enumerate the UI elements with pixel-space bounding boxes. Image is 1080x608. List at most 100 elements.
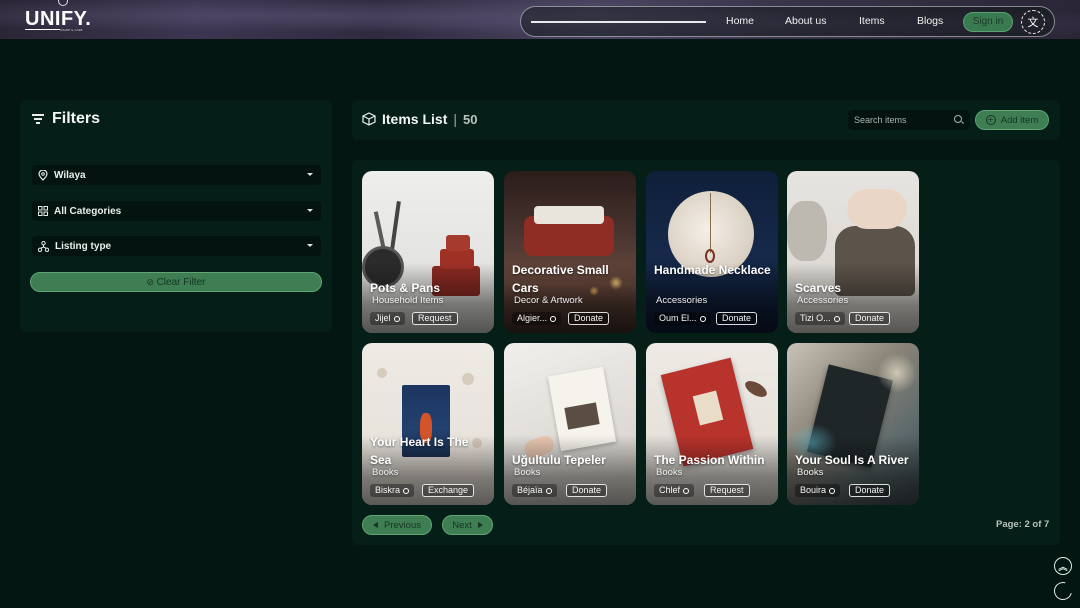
nav-items[interactable]: Items bbox=[859, 15, 885, 27]
item-category: Accessories bbox=[656, 295, 708, 306]
item-category: Books bbox=[514, 467, 541, 478]
wilaya-label: Wilaya bbox=[54, 169, 86, 181]
item-category: Books bbox=[656, 467, 683, 478]
item-title: Your Heart Is The Sea bbox=[370, 435, 469, 467]
categories-select[interactable]: All Categories bbox=[32, 201, 321, 221]
sign-in-button[interactable]: Sign in bbox=[963, 12, 1013, 32]
location-text: Algier... bbox=[517, 313, 548, 323]
next-button[interactable]: Next bbox=[442, 515, 493, 535]
item-category: Books bbox=[797, 467, 824, 478]
nav-divider bbox=[531, 21, 706, 23]
network-icon bbox=[38, 240, 49, 252]
logo-tagline: SHARE & CARE bbox=[60, 28, 83, 32]
location-text: Bouira bbox=[800, 485, 827, 495]
location-pin-icon bbox=[550, 315, 557, 322]
previous-button[interactable]: Previous bbox=[362, 515, 432, 535]
item-category: Decor & Artwork bbox=[514, 295, 583, 306]
nav-blogs[interactable]: Blogs bbox=[917, 15, 943, 27]
add-item-button[interactable]: + Add item bbox=[975, 110, 1049, 130]
chevron-down-icon bbox=[307, 173, 313, 176]
chevron-right-icon bbox=[477, 522, 483, 528]
location-pin-icon bbox=[683, 487, 690, 494]
item-card[interactable]: Scarves Accessories Tizi O... Donate bbox=[787, 171, 919, 333]
listing-type-badge: Request bbox=[704, 484, 750, 497]
location-text: Jijel bbox=[375, 313, 391, 323]
filter-icon bbox=[32, 114, 44, 124]
location-pin-icon bbox=[699, 315, 706, 322]
box-icon bbox=[362, 112, 376, 126]
logo-underline bbox=[25, 29, 60, 30]
item-card[interactable]: Pots & Pans Household Items Jijel Reques… bbox=[362, 171, 494, 333]
listing-type-select[interactable]: Listing type bbox=[32, 236, 321, 256]
listing-type-badge: Donate bbox=[716, 312, 758, 325]
search-icon[interactable] bbox=[954, 115, 962, 123]
nav-about-us[interactable]: About us bbox=[785, 15, 826, 27]
categories-label: All Categories bbox=[54, 205, 122, 217]
listing-type-badge: Donate bbox=[566, 484, 608, 497]
listing-type-badge: Request bbox=[412, 312, 458, 325]
item-category: Household Items bbox=[372, 295, 444, 306]
navbar: Home About us Items Blogs Sign in 文 bbox=[520, 6, 1055, 37]
scroll-top-icon[interactable]: ︽ bbox=[1054, 557, 1072, 575]
item-card[interactable]: Decorative Small Cars Decor & Artwork Al… bbox=[504, 171, 636, 333]
items-list-title: Items List bbox=[382, 111, 448, 127]
plus-icon: + bbox=[985, 115, 996, 125]
item-location: Jijel bbox=[370, 312, 405, 325]
items-title-group: Items List | 50 bbox=[362, 111, 477, 127]
location-pin-icon bbox=[38, 169, 48, 181]
clear-filter-label: Clear Filter bbox=[156, 277, 206, 288]
item-title: Handmade Necklace bbox=[654, 263, 771, 277]
previous-label: Previous bbox=[384, 519, 421, 531]
item-card[interactable]: Your Heart Is The Sea Books Biskra Excha… bbox=[362, 343, 494, 505]
listing-type-badge: Donate bbox=[849, 484, 891, 497]
item-location: Chlef bbox=[654, 484, 695, 497]
title-separator: | bbox=[453, 111, 457, 127]
filters-panel: Filters Wilaya All Categories Listing ty… bbox=[20, 100, 332, 332]
listing-type-badge: Donate bbox=[849, 312, 891, 325]
nav-home[interactable]: Home bbox=[726, 15, 754, 27]
translate-icon[interactable]: 文 bbox=[1021, 10, 1045, 34]
item-card[interactable]: Your Soul Is A River Books Bouira Donate bbox=[787, 343, 919, 505]
wilaya-select[interactable]: Wilaya bbox=[32, 165, 321, 185]
location-text: Béjaïa bbox=[517, 485, 543, 495]
location-text: Biskra bbox=[375, 485, 401, 495]
location-pin-icon bbox=[403, 487, 410, 494]
location-text: Chlef bbox=[659, 485, 681, 495]
items-count: 50 bbox=[463, 111, 478, 127]
item-location: Bouira bbox=[795, 484, 841, 497]
search-box bbox=[848, 110, 970, 130]
location-pin-icon bbox=[829, 487, 836, 494]
item-category: Accessories bbox=[797, 295, 849, 306]
item-location: Algier... bbox=[512, 312, 562, 325]
location-pin-icon bbox=[393, 315, 400, 322]
item-location: Tizi O... bbox=[795, 312, 845, 325]
item-card[interactable]: The Passion Within Books Chlef Request bbox=[646, 343, 778, 505]
filters-title: Filters bbox=[52, 110, 101, 127]
chevron-down-icon bbox=[307, 209, 313, 212]
item-card[interactable]: Handmade Necklace Accessories Oum El... … bbox=[646, 171, 778, 333]
location-pin-icon bbox=[545, 487, 552, 494]
clear-filter-button[interactable]: ⊘ Clear Filter bbox=[30, 272, 322, 292]
item-title: Decorative Small Cars bbox=[512, 263, 609, 295]
item-location: Biskra bbox=[370, 484, 415, 497]
filter-off-icon: ⊘ bbox=[146, 277, 157, 287]
item-location: Oum El... bbox=[654, 312, 711, 325]
page-indicator: Page: 2 of 7 bbox=[996, 519, 1050, 530]
add-item-label: Add item bbox=[1000, 114, 1039, 126]
next-label: Next bbox=[452, 519, 472, 531]
item-card[interactable]: Uğultulu Tepeler Books Béjaïa Donate bbox=[504, 343, 636, 505]
location-text: Tizi O... bbox=[800, 313, 831, 323]
listing-type-label: Listing type bbox=[55, 240, 112, 252]
item-category: Books bbox=[372, 467, 399, 478]
chevron-left-icon bbox=[373, 522, 379, 528]
filters-header: Filters bbox=[32, 110, 100, 128]
location-text: Oum El... bbox=[659, 313, 697, 323]
listing-type-badge: Exchange bbox=[422, 484, 475, 497]
items-header: Items List | 50 + Add item bbox=[352, 100, 1060, 140]
listing-type-badge: Donate bbox=[568, 312, 610, 325]
item-location: Béjaïa bbox=[512, 484, 557, 497]
location-pin-icon bbox=[833, 315, 840, 322]
search-input[interactable] bbox=[854, 113, 944, 127]
dark-mode-moon-icon[interactable] bbox=[1050, 578, 1076, 604]
chevron-down-icon bbox=[307, 244, 313, 247]
